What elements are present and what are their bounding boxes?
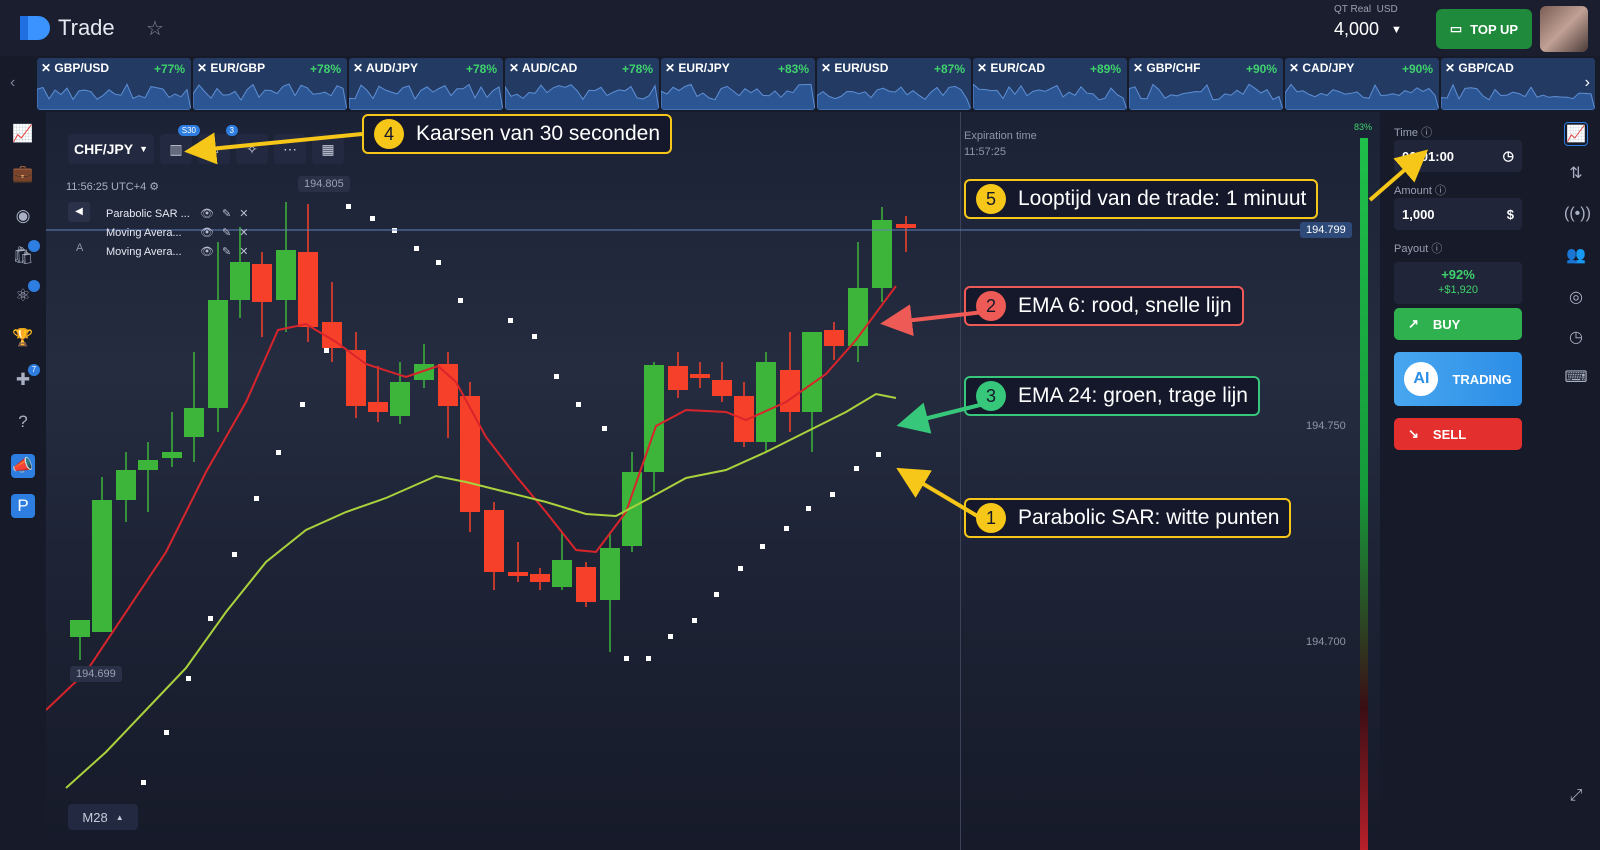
arrow-1 [896, 467, 986, 522]
arrow-4 [184, 132, 363, 165]
arrow-5 [1368, 149, 1429, 202]
annotation-arrows [184, 132, 1429, 522]
arrow-2 [880, 304, 985, 337]
arrow-3 [896, 402, 985, 434]
